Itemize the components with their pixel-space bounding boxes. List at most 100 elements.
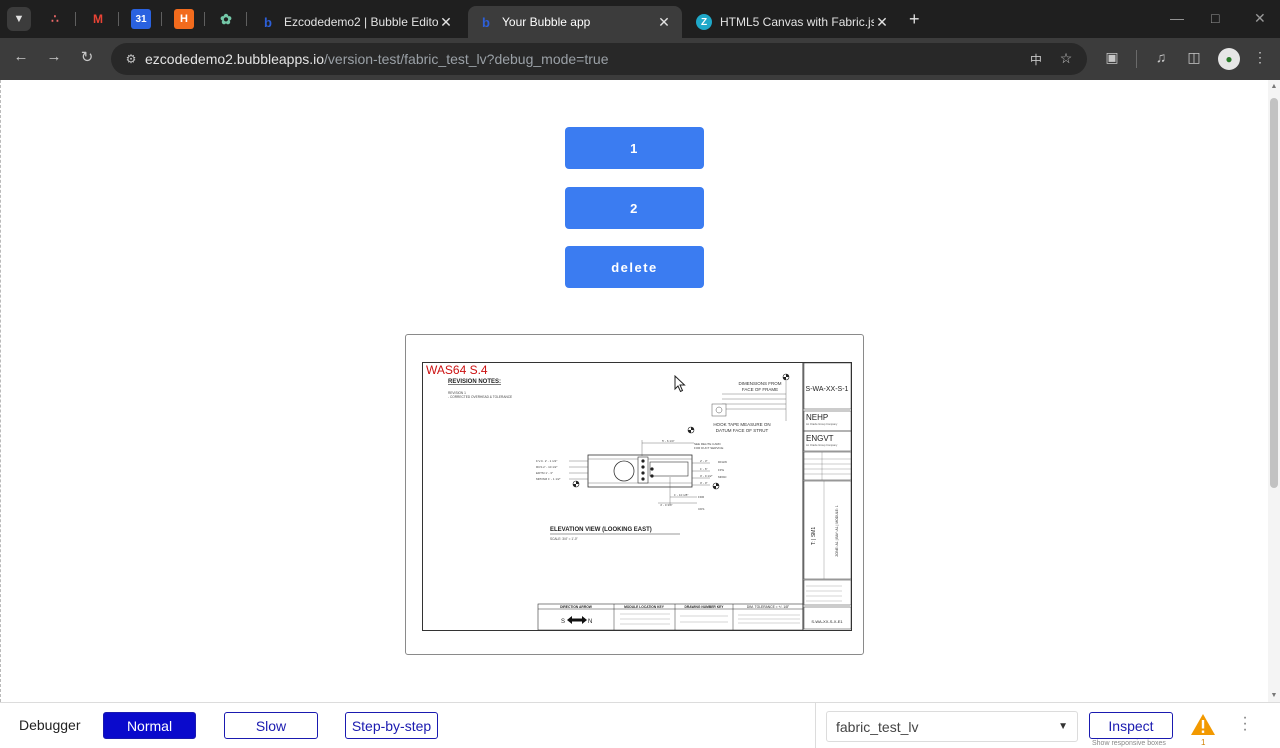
button-1[interactable]: 1 <box>565 127 704 169</box>
direction-n: N <box>588 619 592 625</box>
tab-separator <box>246 12 247 26</box>
drawing-number-key-label: DRAWING NUMBER KEY <box>684 605 724 609</box>
toolbar-separator <box>1136 50 1137 68</box>
engineering-drawing: WAS64 S.4 REVISION NOTES: REVISION 1 - C… <box>422 362 852 631</box>
bubble-favicon-icon: b <box>264 14 272 30</box>
tab-separator <box>118 12 119 26</box>
chevron-down-icon: ▼ <box>1058 721 1068 732</box>
debugger-separator <box>815 703 816 748</box>
fabric-canvas[interactable]: WAS64 S.4 REVISION NOTES: REVISION 1 - C… <box>405 334 864 655</box>
svg-text:0' - 9 1/2": 0' - 9 1/2" <box>700 474 713 478</box>
site-info-tune-icon[interactable]: ⚙ <box>119 52 143 66</box>
hook-note-2: DATUM FACE OF STRUT <box>716 428 769 433</box>
bookmark-star-icon[interactable]: ☆ <box>1056 50 1076 67</box>
engvt-logo: ENGVT <box>806 434 834 443</box>
inspect-button[interactable]: Inspect <box>1089 712 1173 739</box>
svg-text:5' - 6 1/4": 5' - 6 1/4" <box>662 439 675 443</box>
svg-text:1' - 6": 1' - 6" <box>700 467 708 471</box>
hubspot-pinned-tab-icon[interactable]: H <box>174 9 194 29</box>
mode-step-by-step-button[interactable]: Step-by-step <box>345 712 438 739</box>
drawing-frame <box>422 362 852 631</box>
warning-icon[interactable] <box>1190 713 1216 736</box>
bubble-debugger: Debugger Normal Slow Step-by-step fabric… <box>0 702 1280 748</box>
button-2[interactable]: 2 <box>565 187 704 229</box>
close-tab-icon[interactable]: ✕ <box>438 14 454 31</box>
close-tab-icon[interactable]: ✕ <box>656 14 672 31</box>
tab-fabricjs-plugin[interactable]: Z HTML5 Canvas with Fabric.js Plu ✕ <box>686 6 900 38</box>
elevation-scale: SCALE: 3/4" = 1'-0" <box>550 537 578 541</box>
tape-measure-sketch <box>711 403 727 417</box>
direction-s: S <box>561 619 565 625</box>
nehp-sub: An Oracle Group Company <box>806 422 838 426</box>
sheet-id: S-WA-XX-S-1 <box>806 386 849 393</box>
chatgpt-pinned-tab-icon[interactable]: ✿ <box>216 9 236 29</box>
svg-text:MPDSM 1' - 1 1/2": MPDSM 1' - 1 1/2" <box>536 477 561 481</box>
mode-normal-button[interactable]: Normal <box>103 712 196 739</box>
minimize-icon[interactable]: — <box>1170 10 1184 26</box>
tab-your-bubble-app[interactable]: b Your Bubble app ✕ <box>468 6 682 38</box>
url-host: ezcodedemo2.bubbleapps.io <box>145 51 325 67</box>
zeroqode-favicon-icon: Z <box>696 14 712 30</box>
dimensions-note-1: DIMENSIONS FROM <box>738 381 781 386</box>
revision-line-2: - CORRECTED OVERHEAD & TOLERANCE <box>448 395 512 399</box>
tolerance-label: DIM. TOLERANCE = +/- 1/8" <box>747 605 790 609</box>
svg-text:RCS 2' - 10 1/2": RCS 2' - 10 1/2" <box>536 465 557 469</box>
page-select-value: fabric_test_lv <box>836 718 919 735</box>
svg-text:FDR: FDR <box>698 495 705 499</box>
revision-notes-heading: REVISION NOTES: <box>448 379 501 385</box>
svg-text:T: | SM1: T: | SM1 <box>811 527 817 545</box>
svg-text:1' - 10 1/8": 1' - 10 1/8" <box>674 493 688 497</box>
url-path: /version-test/fabric_test_lv?debug_mode=… <box>324 51 609 67</box>
svg-text:FOR DUCT SERVICE: FOR DUCT SERVICE <box>694 446 723 450</box>
close-window-icon[interactable]: ✕ <box>1254 10 1266 27</box>
bubble-page: 1 2 delete WAS64 S.4 REVISION NOTES: REV… <box>0 80 1280 702</box>
page-select-dropdown[interactable]: fabric_test_lv ▼ <box>826 711 1078 742</box>
tab-bubble-editor[interactable]: b Ezcodedemo2 | Bubble Editor ✕ <box>250 6 464 38</box>
calendar-pinned-tab-icon[interactable]: 31 <box>131 9 151 29</box>
tab-search-chevron-down-icon[interactable]: ▼ <box>7 7 31 31</box>
svg-text:ZONE: A1 | BAY: A1 | MODULE: 1: ZONE: A1 | BAY: A1 | MODULE: 1 <box>835 505 839 556</box>
tab-title: Your Bubble app <box>502 15 591 29</box>
close-tab-icon[interactable]: ✕ <box>874 14 890 31</box>
translate-icon[interactable]: 中 <box>1026 51 1046 68</box>
maximize-icon[interactable]: □ <box>1211 10 1219 26</box>
engvt-sub: An Oracle Group Company <box>806 443 838 447</box>
gmail-pinned-tab-icon[interactable]: M <box>88 9 108 29</box>
tab-separator <box>75 12 76 26</box>
address-bar[interactable]: ⚙ ezcodedemo2.bubbleapps.io/version-test… <box>111 43 1087 75</box>
elevation-title: ELEVATION VIEW (LOOKING EAST) <box>550 527 652 533</box>
mouse-cursor-icon <box>674 375 686 393</box>
mode-slow-button[interactable]: Slow <box>224 712 318 739</box>
warning-count: 1 <box>1201 738 1206 747</box>
svg-text:DFHW: DFHW <box>718 460 727 464</box>
extensions-puzzle-icon[interactable]: ▣ <box>1102 49 1122 66</box>
page-scrollbar[interactable]: ▲ ▼ <box>1268 80 1280 702</box>
tab-strip: ▼ ∴ M 31 H ✿ b Ezcodedemo2 | Bubble Edit… <box>0 0 1280 38</box>
delete-button[interactable]: delete <box>565 246 704 288</box>
tab-title: HTML5 Canvas with Fabric.js Plu <box>720 15 874 29</box>
forward-arrow-right-icon[interactable]: → <box>43 48 65 65</box>
scroll-down-icon[interactable]: ▼ <box>1268 692 1280 699</box>
reload-icon[interactable]: ↻ <box>76 48 98 66</box>
back-arrow-left-icon[interactable]: ← <box>10 48 32 65</box>
scrollbar-thumb[interactable] <box>1270 98 1278 488</box>
svg-text:CDS: CDS <box>698 507 704 511</box>
url-text[interactable]: ezcodedemo2.bubbleapps.io/version-test/f… <box>145 51 608 67</box>
media-control-icon[interactable]: ♫ <box>1151 49 1171 65</box>
more-options-icon[interactable]: · · · <box>1240 710 1250 738</box>
asana-pinned-tab-icon[interactable]: ∴ <box>45 9 65 29</box>
direction-arrow-label: DIRECTION ARROW <box>560 605 593 609</box>
show-responsive-boxes-link[interactable]: Show responsive boxes <box>1092 740 1166 747</box>
debugger-label: Debugger <box>19 717 81 733</box>
drawing-number: S-WA-XX-S-X-E1 <box>811 619 843 624</box>
chrome-menu-icon[interactable]: ⋮ <box>1250 49 1270 66</box>
profile-avatar[interactable]: ● <box>1218 48 1240 70</box>
tab-separator <box>204 12 205 26</box>
new-tab-button[interactable]: + <box>909 9 920 30</box>
bubble-favicon-icon: b <box>482 14 490 30</box>
scroll-up-icon[interactable]: ▲ <box>1268 83 1280 90</box>
svg-text:FPG: FPG <box>718 468 725 472</box>
svg-text:0' - 0": 0' - 0" <box>700 481 708 485</box>
side-panel-icon[interactable]: ◫ <box>1184 49 1204 66</box>
svg-text:2' - 3": 2' - 3" <box>700 459 708 463</box>
